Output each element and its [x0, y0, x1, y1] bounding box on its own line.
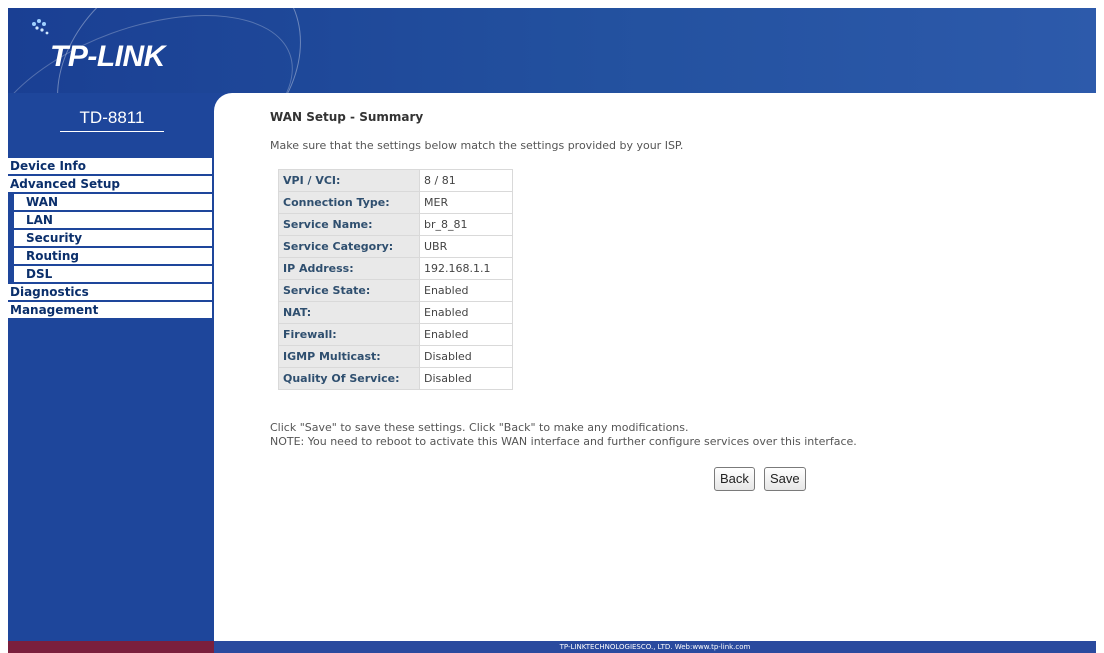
table-row: Quality Of Service: Disabled — [279, 368, 512, 389]
row-value: Disabled — [420, 346, 512, 367]
table-row: IGMP Multicast: Disabled — [279, 346, 512, 367]
note-line: Click "Save" to save these settings. Cli… — [270, 421, 689, 434]
note-line: NOTE: You need to reboot to activate thi… — [270, 435, 857, 448]
row-value: 192.168.1.1 — [420, 258, 512, 279]
row-value: MER — [420, 192, 512, 213]
row-value: 8 / 81 — [420, 170, 512, 191]
action-buttons: Back Save — [714, 467, 810, 491]
table-row: NAT: Enabled — [279, 302, 512, 323]
main-content: WAN Setup - Summary Make sure that the s… — [214, 93, 1096, 641]
table-row: Service State: Enabled — [279, 280, 512, 301]
table-row: IP Address: 192.168.1.1 — [279, 258, 512, 279]
menu-item-wan[interactable]: WAN — [14, 194, 212, 210]
router-admin-window: TP-LINK TD-8811 Device Info Advanced Set… — [0, 0, 1096, 653]
menu-item-dsl[interactable]: DSL — [14, 266, 212, 282]
row-label: Service Category: — [279, 236, 419, 257]
menu-item-lan[interactable]: LAN — [14, 212, 212, 228]
menu-item-management[interactable]: Management — [8, 302, 212, 318]
menu-item-diagnostics[interactable]: Diagnostics — [8, 284, 212, 300]
row-label: Firewall: — [279, 324, 419, 345]
row-label: IGMP Multicast: — [279, 346, 419, 367]
table-row: Firewall: Enabled — [279, 324, 512, 345]
wan-summary-table: VPI / VCI: 8 / 81 Connection Type: MER S… — [278, 169, 513, 390]
row-label: Connection Type: — [279, 192, 419, 213]
row-value: Enabled — [420, 302, 512, 323]
intro-text: Make sure that the settings below match … — [270, 139, 684, 152]
row-value: Disabled — [420, 368, 512, 389]
page-title: WAN Setup - Summary — [270, 110, 424, 124]
model-name: TD-8811 — [60, 108, 164, 132]
brand-logo-text: TP-LINK — [50, 40, 165, 73]
row-label: Service Name: — [279, 214, 419, 235]
row-value: br_8_81 — [420, 214, 512, 235]
row-label: VPI / VCI: — [279, 170, 419, 191]
row-label: IP Address: — [279, 258, 419, 279]
menu-item-device-info[interactable]: Device Info — [8, 158, 212, 174]
tp-link-logo-icon — [32, 19, 49, 35]
table-row: Service Name: br_8_81 — [279, 214, 512, 235]
row-value: Enabled — [420, 324, 512, 345]
menu-item-security[interactable]: Security — [14, 230, 212, 246]
menu-item-advanced-setup[interactable]: Advanced Setup — [8, 176, 212, 192]
back-button[interactable]: Back — [714, 467, 755, 491]
row-label: Service State: — [279, 280, 419, 301]
menu-item-routing[interactable]: Routing — [14, 248, 212, 264]
footer-left-bar — [8, 641, 214, 653]
save-button[interactable]: Save — [764, 467, 806, 491]
sidebar-menu: Device Info Advanced Setup WAN LAN Secur… — [8, 158, 212, 320]
row-value: UBR — [420, 236, 512, 257]
header-banner: TP-LINK — [0, 0, 1096, 241]
row-value: Enabled — [420, 280, 512, 301]
row-label: NAT: — [279, 302, 419, 323]
row-label: Quality Of Service: — [279, 368, 419, 389]
instructions-note: Click "Save" to save these settings. Cli… — [270, 421, 857, 449]
footer: TP-LINKTECHNOLOGIESCO., LTD. Web:www.tp-… — [214, 641, 1096, 653]
table-row: Connection Type: MER — [279, 192, 512, 213]
table-row: VPI / VCI: 8 / 81 — [279, 170, 512, 191]
table-row: Service Category: UBR — [279, 236, 512, 257]
